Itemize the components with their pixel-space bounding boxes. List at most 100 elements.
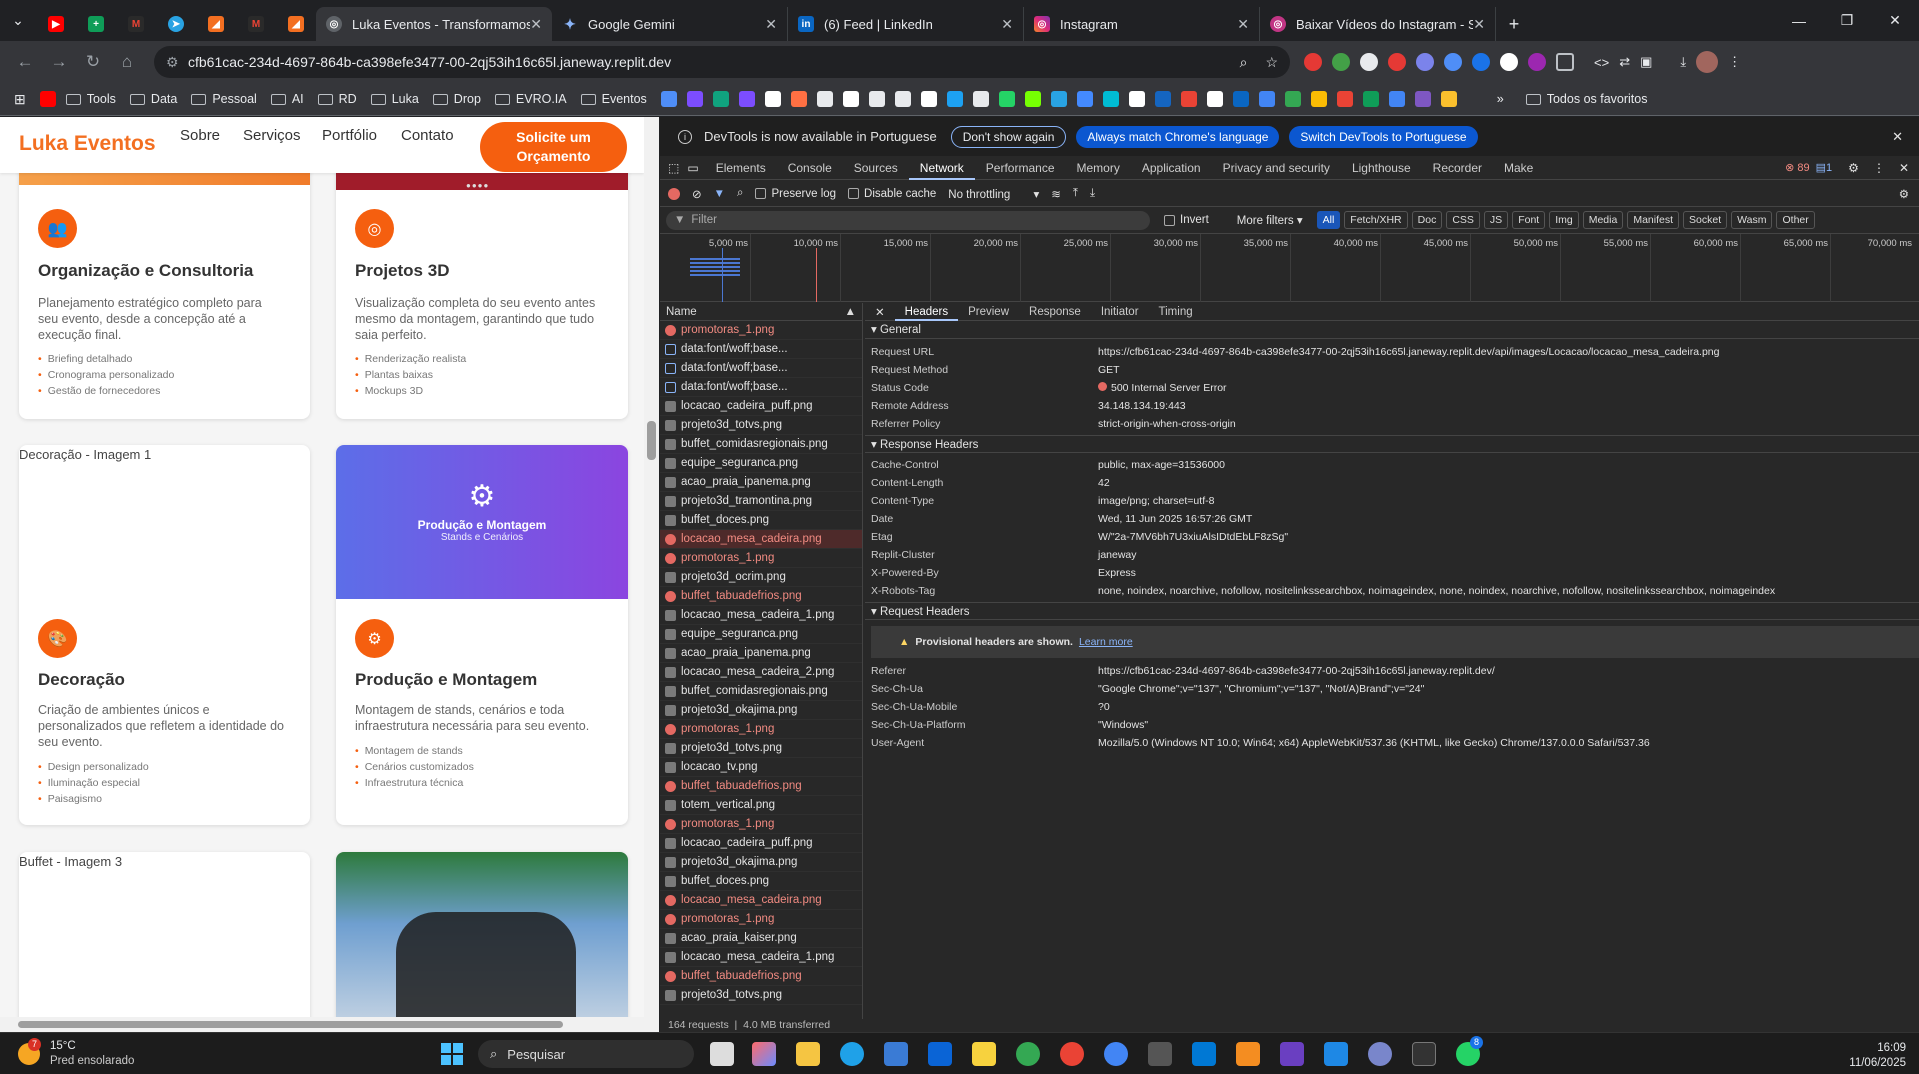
request-row[interactable]: locacao_mesa_cadeira_1.png [660, 606, 862, 625]
clock[interactable]: 16:09 11/06/2025 [1832, 1041, 1906, 1071]
tab-privacy[interactable]: Privacy and security [1212, 156, 1341, 180]
request-row[interactable]: data:font/woff;base... [660, 340, 862, 359]
bookmark-icon[interactable] [738, 91, 755, 107]
puzzle-icon[interactable] [1556, 53, 1574, 71]
vscode-icon[interactable] [1192, 1042, 1216, 1066]
request-row[interactable]: locacao_cadeira_puff.png [660, 397, 862, 416]
nav-portfolio[interactable]: Portfólio [322, 127, 377, 144]
scrollbar-thumb[interactable] [647, 421, 656, 460]
bookmark-folder[interactable]: RD [317, 92, 357, 106]
request-row[interactable]: equipe_seguranca.png [660, 454, 862, 473]
response-headers-section-header[interactable]: ▾ Response Headers [865, 435, 1919, 453]
all-bookmarks[interactable]: Todos os favoritos [1525, 92, 1647, 106]
tab-application[interactable]: Application [1131, 156, 1212, 180]
request-row[interactable]: data:font/woff;base... [660, 378, 862, 397]
name-column-header[interactable]: Name ▲ [660, 303, 862, 321]
code-icon[interactable]: <> [1594, 55, 1609, 70]
request-row[interactable]: locacao_mesa_cadeira.png [660, 891, 862, 910]
export-har-icon[interactable]: ⤓ [1090, 187, 1095, 200]
address-url[interactable]: cfb61cac-234d-4697-864b-ca398efe3477-00-… [188, 54, 1240, 70]
request-row[interactable]: locacao_cadeira_puff.png [660, 834, 862, 853]
nav-sobre[interactable]: Sobre [180, 127, 220, 144]
bookmark-icon[interactable] [1258, 91, 1275, 107]
avatar[interactable] [1696, 51, 1719, 73]
notion-icon[interactable] [842, 91, 859, 107]
tab-initiator[interactable]: Initiator [1091, 303, 1149, 321]
bookmark-icon[interactable] [1076, 91, 1093, 107]
bookmark-icon[interactable] [816, 91, 833, 107]
request-row[interactable]: totem_vertical.png [660, 796, 862, 815]
bookmark-folder[interactable]: Tools [65, 92, 116, 106]
disable-cache-checkbox[interactable]: Disable cache [848, 188, 936, 200]
request-row[interactable]: buffet_tabuadefrios.png [660, 777, 862, 796]
request-row[interactable]: promotoras_1.png [660, 910, 862, 929]
drive-icon[interactable] [1310, 91, 1327, 107]
request-row[interactable]: promotoras_1.png [660, 720, 862, 739]
pinned-tab-gmail-2[interactable]: M [236, 7, 276, 41]
close-icon[interactable]: ✕ [1473, 16, 1485, 33]
message-count-badge[interactable]: ▤1 [1816, 161, 1833, 174]
tab-gemini[interactable]: ✦ Google Gemini ✕ [552, 7, 788, 41]
tab-timing[interactable]: Timing [1149, 303, 1203, 321]
tab-linkedin[interactable]: in (6) Feed | LinkedIn ✕ [788, 7, 1024, 41]
request-row[interactable]: promotoras_1.png [660, 549, 862, 568]
bookmark-folder[interactable]: Eventos [580, 92, 647, 106]
invert-checkbox[interactable]: Invert [1164, 214, 1209, 226]
inspect-icon[interactable]: ⬚ [668, 161, 679, 175]
bookmark-folder[interactable]: Luka [370, 92, 419, 106]
nav-servicos[interactable]: Serviços [243, 127, 301, 144]
close-icon[interactable]: ✕ [875, 305, 885, 319]
edge-icon[interactable] [840, 1042, 864, 1066]
close-icon[interactable]: ✕ [1001, 16, 1013, 33]
request-headers-section-header[interactable]: ▾ Request Headers [865, 602, 1919, 620]
learn-more-link[interactable]: Learn more [1079, 636, 1133, 648]
request-row[interactable]: projeto3d_tramontina.png [660, 492, 862, 511]
filter-chip-other[interactable]: Other [1776, 211, 1815, 229]
extension-icon[interactable] [1528, 53, 1546, 71]
request-row[interactable]: promotoras_1.png [660, 815, 862, 834]
filter-chip-socket[interactable]: Socket [1683, 211, 1728, 229]
tab-performance[interactable]: Performance [975, 156, 1066, 180]
bookmark-star-icon[interactable]: ☆ [1265, 54, 1278, 71]
bookmark-icon[interactable] [946, 91, 963, 107]
tab-search-button[interactable]: ⌄ [0, 0, 36, 41]
filter-chip-fetch[interactable]: Fetch/XHR [1344, 211, 1408, 229]
tab-console[interactable]: Console [777, 156, 843, 180]
filter-icon[interactable]: ▼ [714, 188, 725, 200]
request-row[interactable]: locacao_mesa_cadeira_2.png [660, 663, 862, 682]
chrome-icon[interactable] [1104, 1042, 1128, 1066]
pinned-tab-telegram[interactable]: ➤ [156, 7, 196, 41]
tab-make[interactable]: Make [1493, 156, 1544, 180]
filter-chip-media[interactable]: Media [1582, 211, 1624, 229]
task-view-icon[interactable] [710, 1042, 734, 1066]
home-button[interactable]: ⌂ [110, 45, 144, 79]
close-icon[interactable]: ✕ [1892, 129, 1903, 145]
bookmark-icon[interactable] [920, 91, 937, 107]
filter-chip-wasm[interactable]: Wasm [1731, 211, 1773, 229]
request-row[interactable]: locacao_tv.png [660, 758, 862, 777]
bookmark-icon[interactable] [1128, 91, 1145, 107]
extension-icon[interactable] [1500, 53, 1518, 71]
close-icon[interactable]: ✕ [1237, 16, 1249, 33]
outlook-icon[interactable] [928, 1042, 952, 1066]
request-row[interactable]: projeto3d_ocrim.png [660, 568, 862, 587]
store-icon[interactable] [884, 1042, 908, 1066]
tab-baixar-videos[interactable]: ◎ Baixar Vídeos do Instagram - Sn ✕ [1260, 7, 1496, 41]
site-logo[interactable]: Luka Eventos [19, 132, 156, 156]
request-row[interactable]: locacao_mesa_cadeira_1.png [660, 948, 862, 967]
scrollbar-thumb[interactable] [18, 1021, 563, 1028]
tab-recorder[interactable]: Recorder [1422, 156, 1493, 180]
pinned-tab-sheets[interactable]: + [76, 7, 116, 41]
tab-luka-eventos[interactable]: ◎ Luka Eventos - Transformamos ✕ [316, 7, 552, 41]
bookmark-icon[interactable] [1414, 91, 1431, 107]
whatsapp-icon[interactable]: 8 [1456, 1036, 1483, 1066]
filter-chip-css[interactable]: CSS [1446, 211, 1480, 229]
bookmark-icon[interactable] [1024, 91, 1041, 107]
bookmark-icon[interactable] [686, 91, 703, 107]
restore-button[interactable]: ❐ [1823, 0, 1871, 41]
extension-icon[interactable] [1304, 53, 1322, 71]
forward-button[interactable]: → [42, 45, 76, 79]
request-row[interactable]: buffet_doces.png [660, 872, 862, 891]
filter-chip-manifest[interactable]: Manifest [1627, 211, 1680, 229]
bookmark-icon[interactable] [1102, 91, 1119, 107]
